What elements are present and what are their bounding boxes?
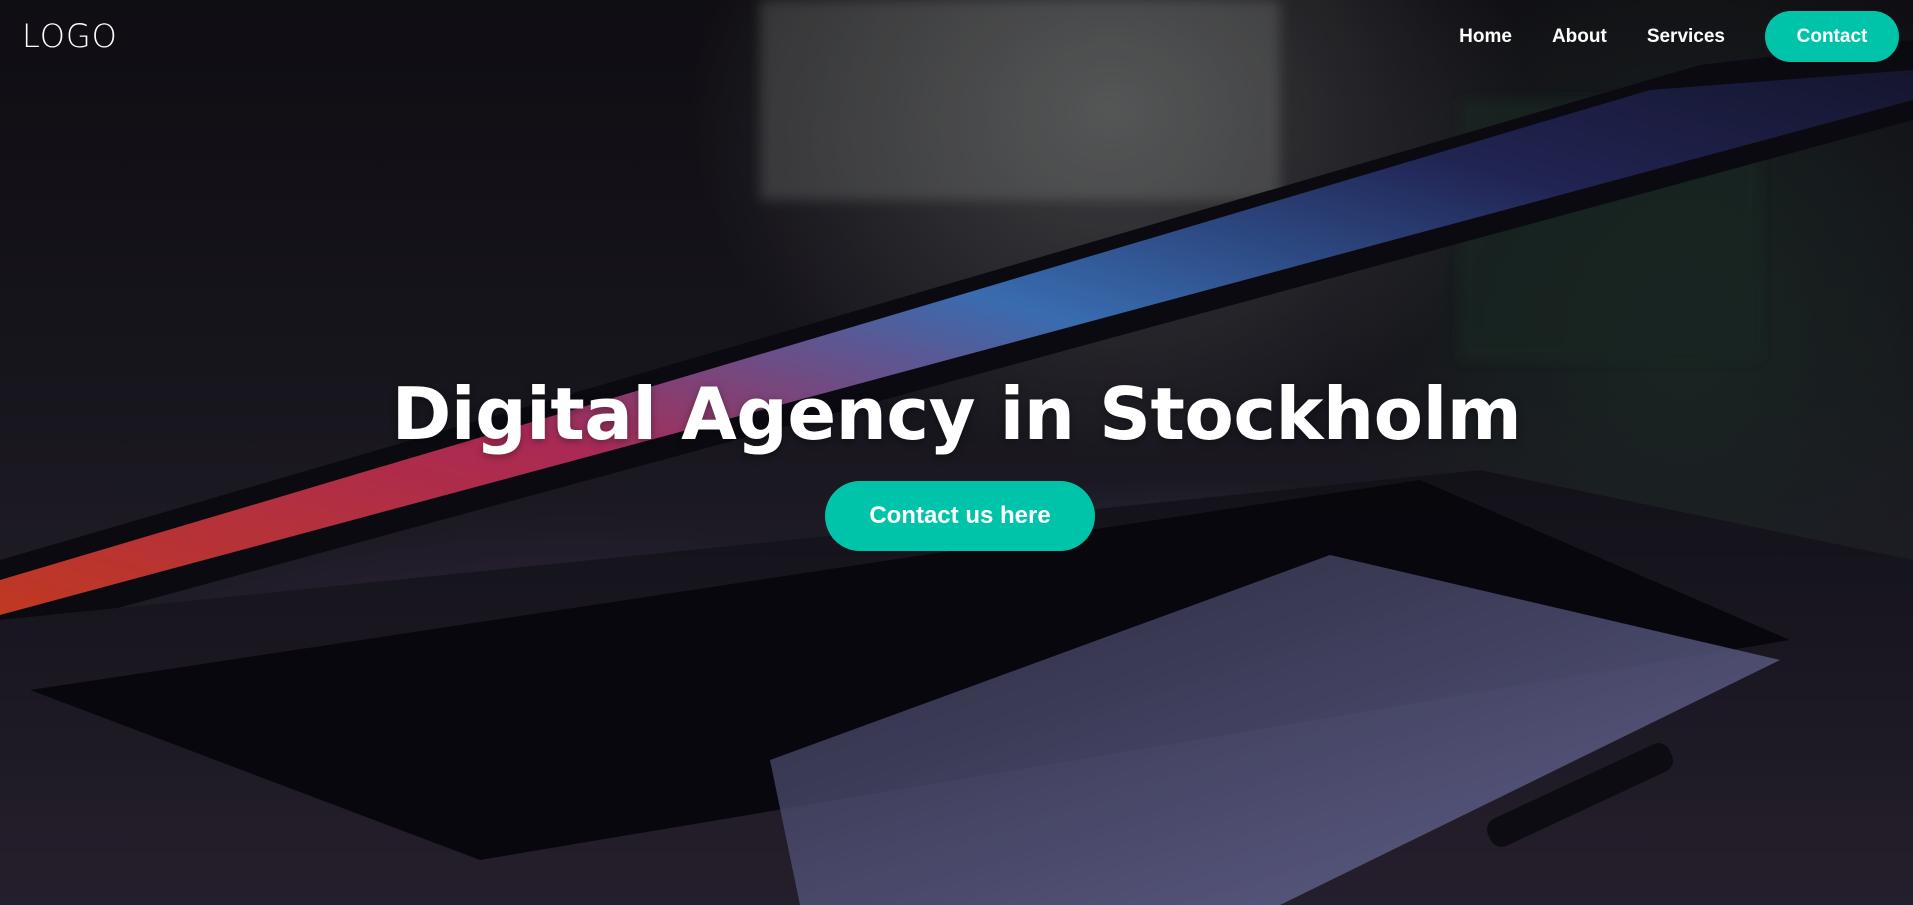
logo[interactable]: LOGO [22,20,118,52]
nav-link-home[interactable]: Home [1459,26,1512,48]
hero-section: LOGO Home About Services Contact Digital… [0,0,1913,905]
nav-contact-button[interactable]: Contact [1765,11,1899,62]
nav-link-about[interactable]: About [1552,26,1607,48]
top-navigation: LOGO Home About Services Contact [0,0,1913,74]
contact-us-button[interactable]: Contact us here [825,481,1095,551]
hero-title: Digital Agency in Stockholm [391,372,1522,456]
nav-links: Home About Services Contact [1459,11,1899,62]
nav-link-services[interactable]: Services [1647,26,1725,48]
